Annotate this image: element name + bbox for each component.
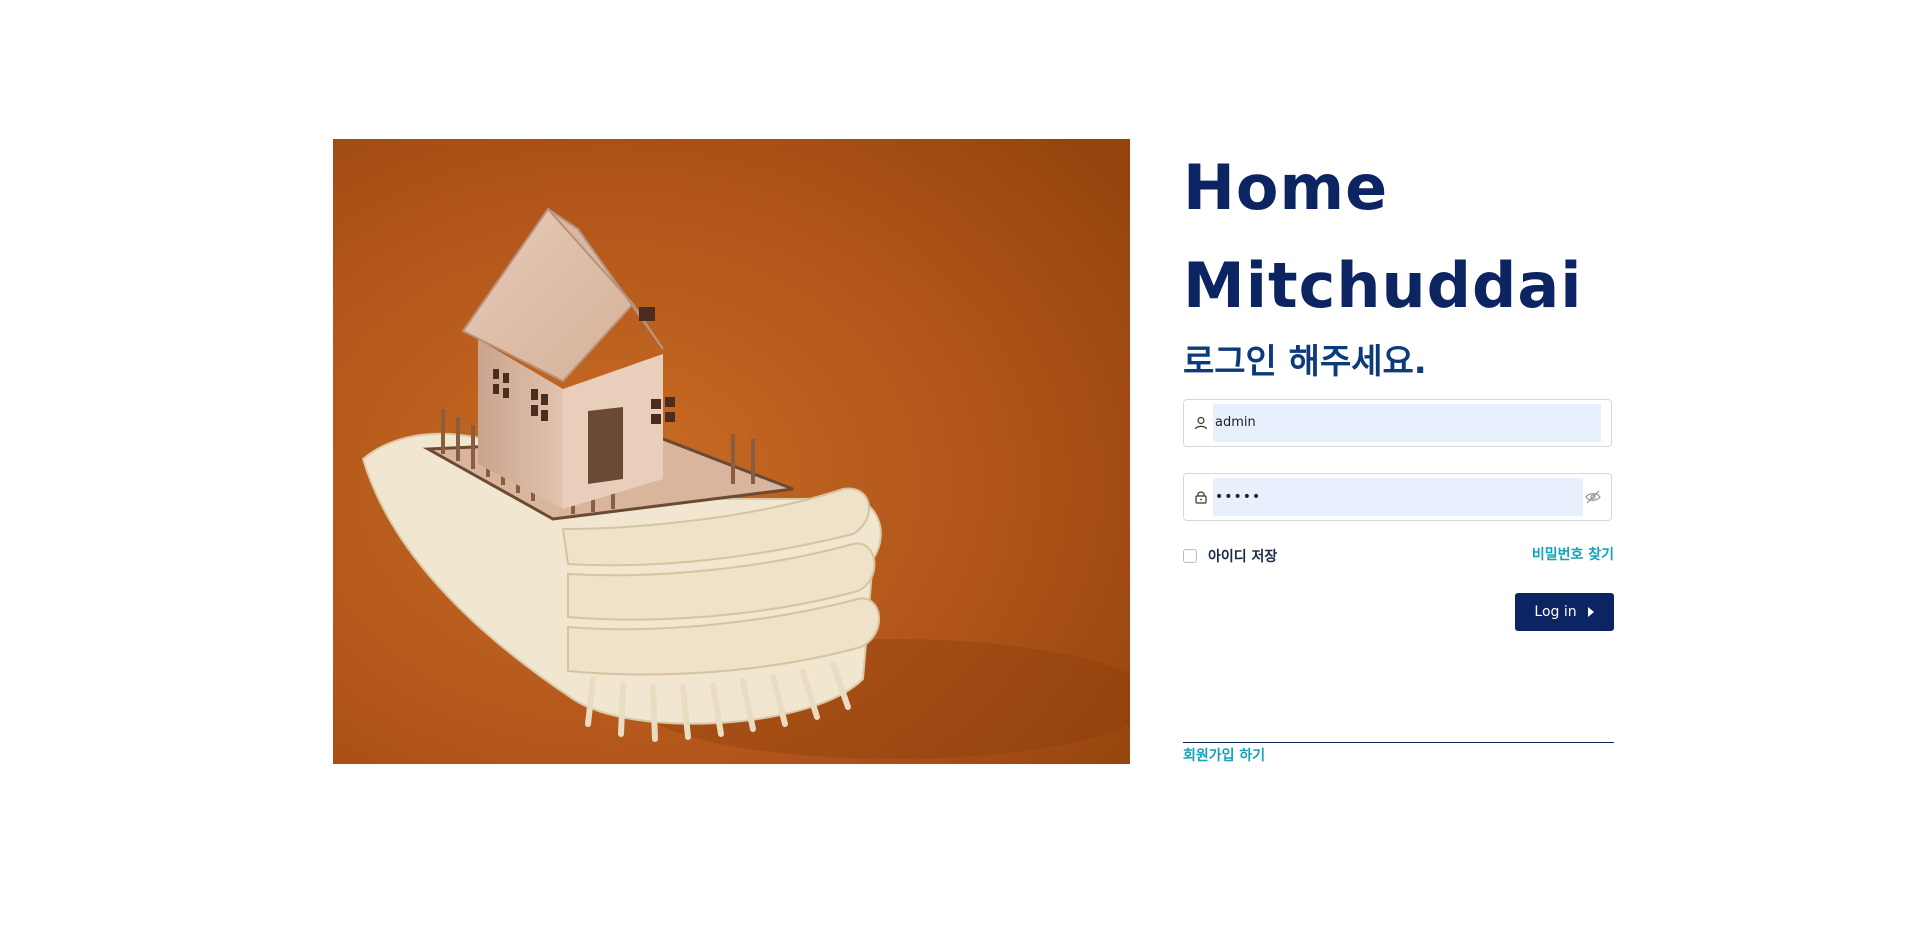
brand-title-line2: Mitchuddai — [1183, 249, 1583, 322]
username-input[interactable]: admin — [1213, 404, 1601, 442]
login-options-row: 아이디 저장 비밀번호 찾기 — [1183, 547, 1614, 567]
login-heading: 로그인 해주세요. — [1183, 342, 1427, 382]
caret-right-icon — [1587, 607, 1594, 617]
eye-slash-icon[interactable] — [1585, 490, 1601, 504]
remember-id-checkbox[interactable] — [1183, 549, 1197, 563]
house-scarf-illustration — [333, 139, 1130, 764]
login-page: Home Mitchuddai 로그인 해주세요. admin ••••• 아이… — [0, 0, 1920, 952]
login-panel: Home Mitchuddai 로그인 해주세요. admin ••••• 아이… — [1183, 139, 1614, 764]
hero-image — [333, 139, 1130, 764]
signup-link[interactable]: 회원가입 하기 — [1183, 746, 1265, 766]
login-button-row: Log in — [1183, 593, 1614, 631]
password-input[interactable]: ••••• — [1213, 478, 1583, 516]
remember-id-label[interactable]: 아이디 저장 — [1208, 547, 1277, 567]
login-button-label: Log in — [1534, 604, 1577, 620]
password-field[interactable]: ••••• — [1183, 473, 1612, 521]
user-icon — [1194, 416, 1208, 430]
brand-title-line1: Home — [1183, 151, 1389, 224]
divider — [1183, 742, 1614, 743]
login-button[interactable]: Log in — [1515, 593, 1614, 631]
find-password-link[interactable]: 비밀번호 찾기 — [1532, 545, 1614, 565]
username-field[interactable]: admin — [1183, 399, 1612, 447]
lock-icon — [1195, 491, 1207, 504]
